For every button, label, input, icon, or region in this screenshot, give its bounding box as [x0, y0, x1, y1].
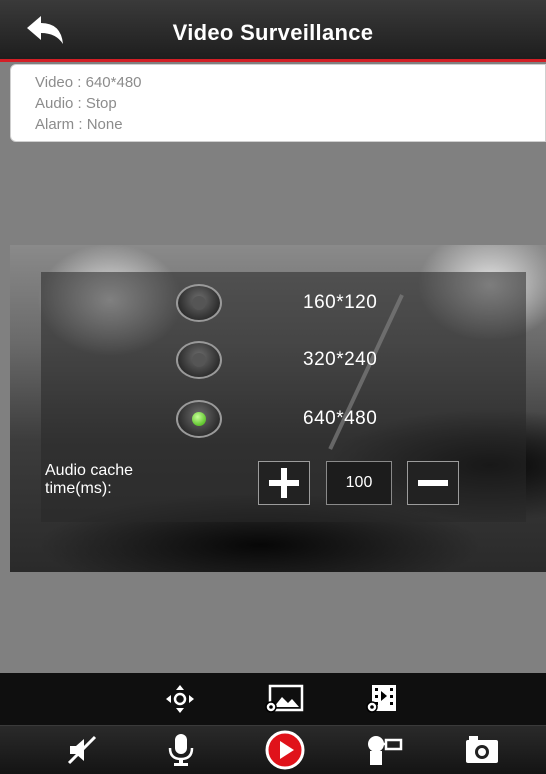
status-panel: Video : 640*480 Audio : Stop Alarm : Non…	[10, 64, 546, 142]
microphone-icon	[168, 734, 194, 766]
resolution-settings-panel: 160*120 320*240 640*480 Audio cache time…	[41, 272, 526, 522]
ir-light-button[interactable]	[354, 726, 414, 774]
decrease-cache-button[interactable]	[407, 461, 459, 505]
minus-icon	[418, 480, 448, 486]
ptz-direction-button[interactable]	[150, 673, 210, 725]
ir-light-icon	[368, 736, 403, 765]
resolution-label: 160*120	[303, 292, 378, 313]
increase-cache-button[interactable]	[258, 461, 310, 505]
resolution-option-640x480[interactable]: 640*480	[41, 394, 526, 444]
video-settings-icon	[366, 685, 396, 713]
audio-cache-label: Audio cache time(ms):	[45, 462, 134, 497]
video-settings-button[interactable]	[353, 673, 413, 725]
audio-cache-input[interactable]: 100	[326, 461, 392, 505]
microphone-button[interactable]	[151, 726, 211, 774]
resolution-radio[interactable]	[176, 341, 222, 379]
resolution-option-160x120[interactable]: 160*120	[41, 278, 526, 328]
audio-status: Audio : Stop	[35, 95, 117, 112]
speaker-toggle-button[interactable]	[52, 726, 112, 774]
speaker-mute-icon	[67, 735, 97, 765]
resolution-option-320x240[interactable]: 320*240	[41, 335, 526, 385]
secondary-toolbar	[0, 673, 546, 725]
title-bar: Video Surveillance	[0, 0, 546, 62]
ptz-direction-icon	[166, 685, 194, 713]
page-title: Video Surveillance	[172, 20, 374, 45]
video-status: Video : 640*480	[35, 74, 142, 91]
resolution-radio-selected[interactable]	[176, 400, 222, 438]
resolution-radio[interactable]	[176, 284, 222, 322]
plus-icon	[269, 468, 299, 498]
record-play-button[interactable]	[255, 726, 315, 774]
play-record-icon	[265, 730, 305, 770]
snapshot-button[interactable]	[452, 726, 512, 774]
camera-snapshot-icon	[466, 736, 498, 763]
resolution-label: 640*480	[303, 408, 378, 429]
main-toolbar	[0, 725, 546, 774]
resolution-label: 320*240	[303, 349, 378, 370]
image-settings-button[interactable]	[255, 673, 315, 725]
image-settings-icon	[265, 684, 304, 713]
alarm-status: Alarm : None	[35, 116, 123, 133]
